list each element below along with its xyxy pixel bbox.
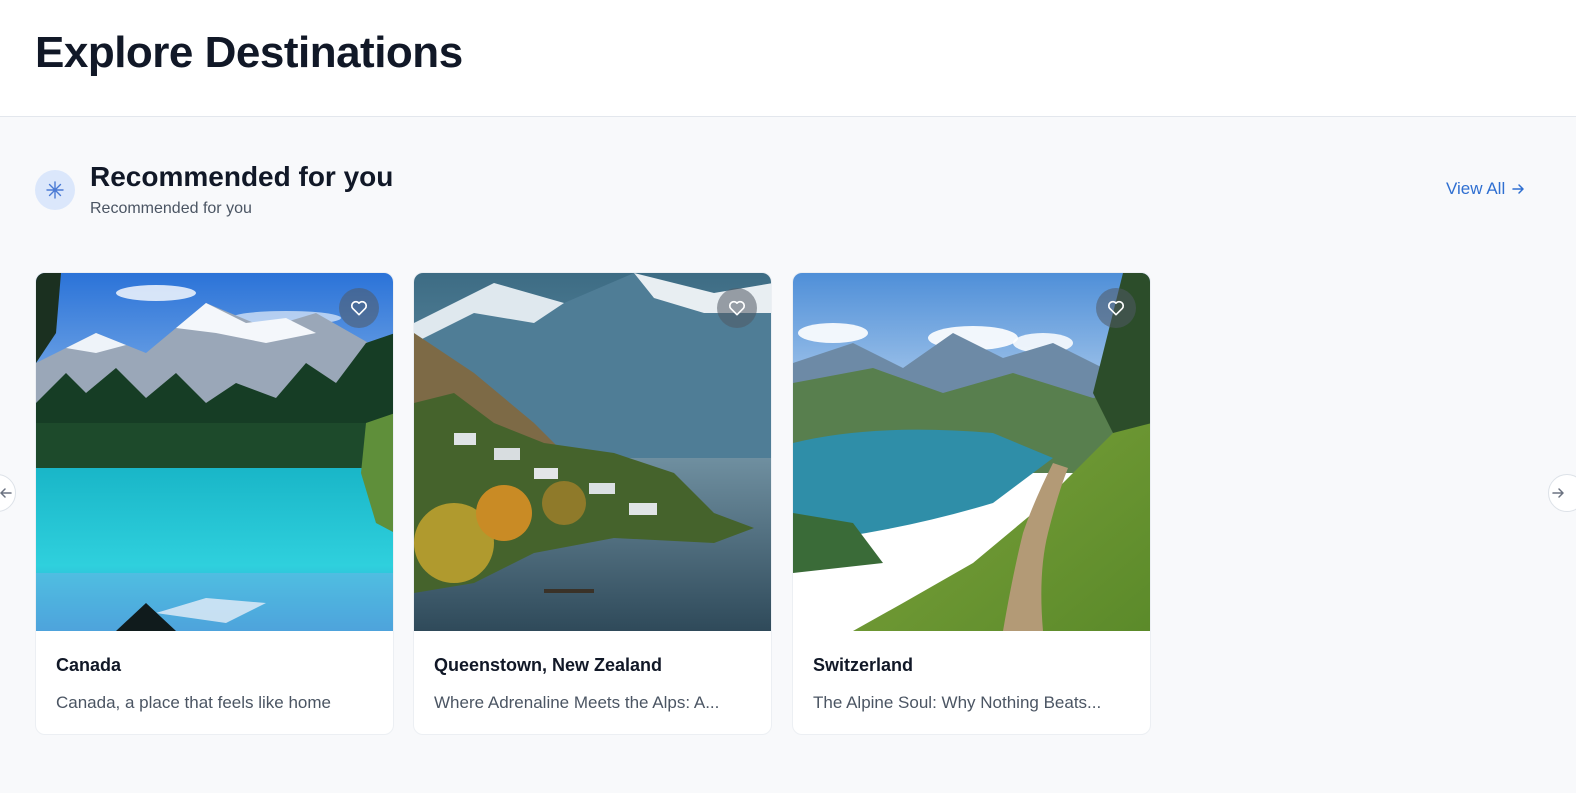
heart-icon: [350, 300, 368, 316]
destination-image: [793, 273, 1150, 631]
favorite-button[interactable]: [339, 288, 379, 328]
card-title: Queenstown, New Zealand: [434, 655, 663, 675]
card-description: The Alpine Soul: Why Nothing Beats...: [813, 693, 1102, 712]
carousel-next-button[interactable]: [1548, 474, 1576, 512]
card-description: Where Adrenaline Meets the Alps: A...: [434, 693, 720, 712]
favorite-button[interactable]: [1096, 288, 1136, 328]
heart-icon: [728, 300, 746, 316]
sparkle-icon: [35, 170, 75, 210]
favorite-button[interactable]: [717, 288, 757, 328]
destination-card[interactable]: Switzerland The Alpine Soul: Why Nothing…: [792, 272, 1151, 735]
destination-card[interactable]: Canada Canada, a place that feels like h…: [35, 272, 394, 735]
arrow-left-icon: [0, 488, 12, 498]
view-all-label: View All: [1446, 179, 1506, 198]
card-description: Canada, a place that feels like home: [56, 693, 332, 712]
page-header: Explore Destinations: [0, 0, 1576, 117]
destination-image: [36, 273, 393, 631]
arrow-right-icon: [1552, 488, 1564, 498]
view-all-link[interactable]: View All: [1446, 179, 1525, 199]
section-subtitle: Recommended for you: [90, 200, 252, 217]
arrow-right-icon: [1512, 184, 1524, 194]
section-title: Recommended for you: [90, 161, 394, 192]
destination-image: [414, 273, 771, 631]
destination-card[interactable]: Queenstown, New Zealand Where Adrenaline…: [413, 272, 772, 735]
carousel-prev-button[interactable]: [0, 474, 16, 512]
card-title: Canada: [56, 655, 122, 675]
page-title: Explore Destinations: [35, 28, 463, 77]
heart-icon: [1107, 300, 1125, 316]
card-title: Switzerland: [813, 655, 914, 675]
